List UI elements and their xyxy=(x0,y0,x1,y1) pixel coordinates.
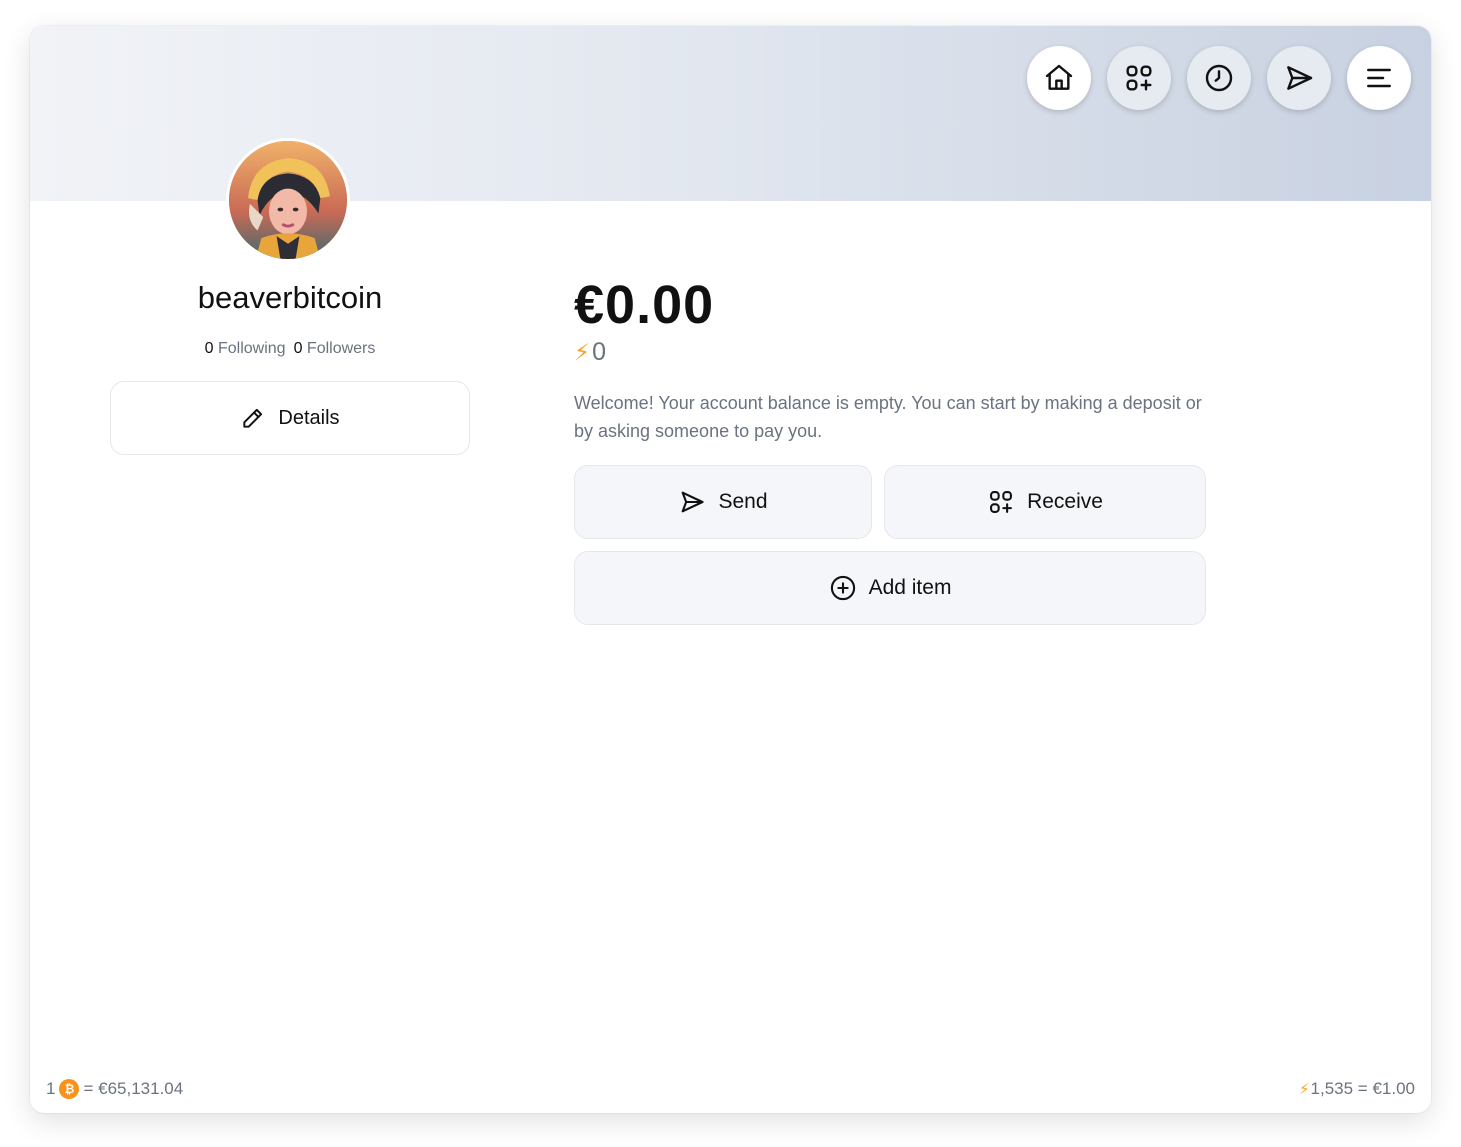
follow-stats: 0 Following 0 Followers xyxy=(110,340,470,358)
nav-home-button[interactable] xyxy=(1027,46,1091,110)
send-icon xyxy=(682,491,705,513)
lightning-icon: ⚡ xyxy=(574,339,591,365)
followers-label: Followers xyxy=(306,340,376,357)
fiat-balance: €0.00 xyxy=(574,275,715,335)
followers-count: 0 xyxy=(293,340,303,357)
receive-label: Receive xyxy=(1027,490,1103,513)
lightning-icon: ⚡ xyxy=(1298,1081,1310,1098)
nav-receive-button[interactable] xyxy=(1107,46,1171,110)
qr-add-icon xyxy=(990,491,1013,513)
nav-send-button[interactable] xyxy=(1267,46,1331,110)
welcome-message: Welcome! Your account balance is empty. … xyxy=(574,393,1202,441)
plus-circle-icon xyxy=(830,575,855,601)
sats-balance-row: ⚡ 0 xyxy=(574,338,606,367)
avatar[interactable] xyxy=(226,138,350,262)
sats-balance: 0 xyxy=(592,338,607,366)
details-label: Details xyxy=(278,406,340,429)
send-icon xyxy=(1287,66,1313,90)
following-label: Following xyxy=(217,340,286,357)
qr-add-icon xyxy=(1126,65,1152,91)
send-button[interactable]: Send xyxy=(574,465,872,539)
followers-link[interactable]: 0 Followers xyxy=(294,340,376,357)
pencil-icon xyxy=(243,408,263,428)
nav-history-button[interactable] xyxy=(1187,46,1251,110)
bitcoin-icon: ₿ xyxy=(59,1079,80,1099)
btc-rate: 1 ₿ = €65,131.04 xyxy=(46,1079,183,1099)
nav-menu-button[interactable] xyxy=(1347,46,1411,110)
home-icon xyxy=(1045,64,1073,90)
clock-icon xyxy=(1205,64,1233,92)
following-count: 0 xyxy=(204,340,214,357)
send-label: Send xyxy=(718,490,768,513)
sats-rate-value: 1,535 = €1.00 xyxy=(1310,1079,1415,1098)
avatar-portrait xyxy=(229,141,347,259)
add-item-button[interactable]: Add item xyxy=(574,551,1206,625)
btc-amount: 1 xyxy=(46,1079,56,1098)
details-button[interactable]: Details xyxy=(110,381,470,455)
username: beaverbitcoin xyxy=(197,280,383,315)
receive-button[interactable]: Receive xyxy=(884,465,1206,539)
app-window: beaverbitcoin 0 Following 0 Followers Det… xyxy=(30,26,1431,1113)
top-nav xyxy=(1027,46,1411,110)
add-item-label: Add item xyxy=(868,576,952,599)
sats-rate: ⚡ 1,535 = €1.00 xyxy=(1299,1079,1415,1099)
menu-icon xyxy=(1367,68,1391,88)
btc-rate-value: = €65,131.04 xyxy=(83,1079,184,1098)
following-link[interactable]: 0 Following xyxy=(205,340,286,357)
